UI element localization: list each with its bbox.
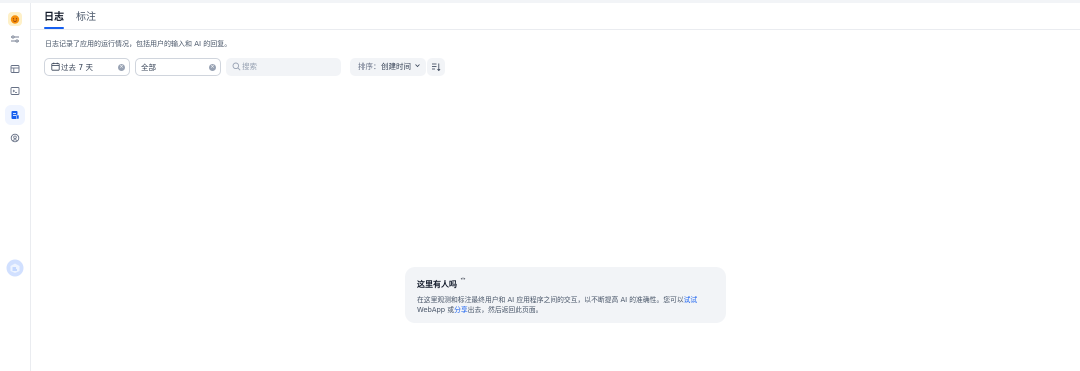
status-select[interactable]: 全部 × bbox=[135, 58, 221, 76]
empty-state-card: 这里有人吗 在这里观测和标注最终用户和 AI 应用程序之间的交互，以不断提高 A… bbox=[405, 267, 726, 323]
share-link[interactable]: 分享 bbox=[454, 306, 468, 314]
tab-logs[interactable]: 日志 bbox=[44, 11, 64, 25]
period-select[interactable]: 过去 7 天 × bbox=[44, 58, 130, 76]
search-icon bbox=[232, 62, 241, 73]
sort-icon bbox=[431, 62, 441, 74]
empty-state-body: 在这里观测和标注最终用户和 AI 应用程序之间的交互，以不断提高 AI 的准确性… bbox=[417, 296, 698, 314]
layout-icon[interactable] bbox=[5, 59, 25, 79]
logs-icon[interactable] bbox=[5, 105, 25, 125]
try-webapp-link[interactable]: 试试 bbox=[684, 296, 698, 304]
sort-label: 排序： bbox=[358, 62, 381, 71]
sort-order-button[interactable] bbox=[427, 58, 445, 76]
sidebar bbox=[0, 3, 31, 371]
calendar-icon bbox=[51, 62, 60, 73]
chevron-down-icon bbox=[414, 61, 421, 72]
annotation-icon[interactable] bbox=[5, 128, 25, 148]
clear-period-icon[interactable]: × bbox=[118, 63, 125, 71]
settings-sliders-icon[interactable] bbox=[5, 29, 25, 49]
period-value: 过去 7 天 bbox=[61, 63, 94, 72]
tab-annotations[interactable]: 标注 bbox=[76, 11, 96, 25]
active-tab-indicator bbox=[44, 27, 64, 29]
page-description: 日志记录了应用的运行情况，包括用户的输入和 AI 的回复。 bbox=[45, 40, 232, 48]
tab-bar: 日志 标注 bbox=[31, 3, 1080, 30]
empty-state-title: 这里有人吗 bbox=[417, 277, 466, 290]
search-placeholder: 搜索 bbox=[242, 62, 257, 71]
sort-select[interactable]: 排序： 创建时间 bbox=[350, 58, 426, 76]
status-value: 全部 bbox=[141, 63, 156, 72]
user-avatar-icon[interactable] bbox=[4, 257, 26, 279]
search-input[interactable]: 搜索 bbox=[226, 58, 341, 76]
app-avatar-icon[interactable] bbox=[5, 9, 25, 29]
terminal-icon[interactable] bbox=[5, 81, 25, 101]
sort-value: 创建时间 bbox=[381, 62, 411, 71]
clear-status-icon[interactable]: × bbox=[209, 63, 216, 71]
sparkle-icon bbox=[460, 277, 466, 280]
